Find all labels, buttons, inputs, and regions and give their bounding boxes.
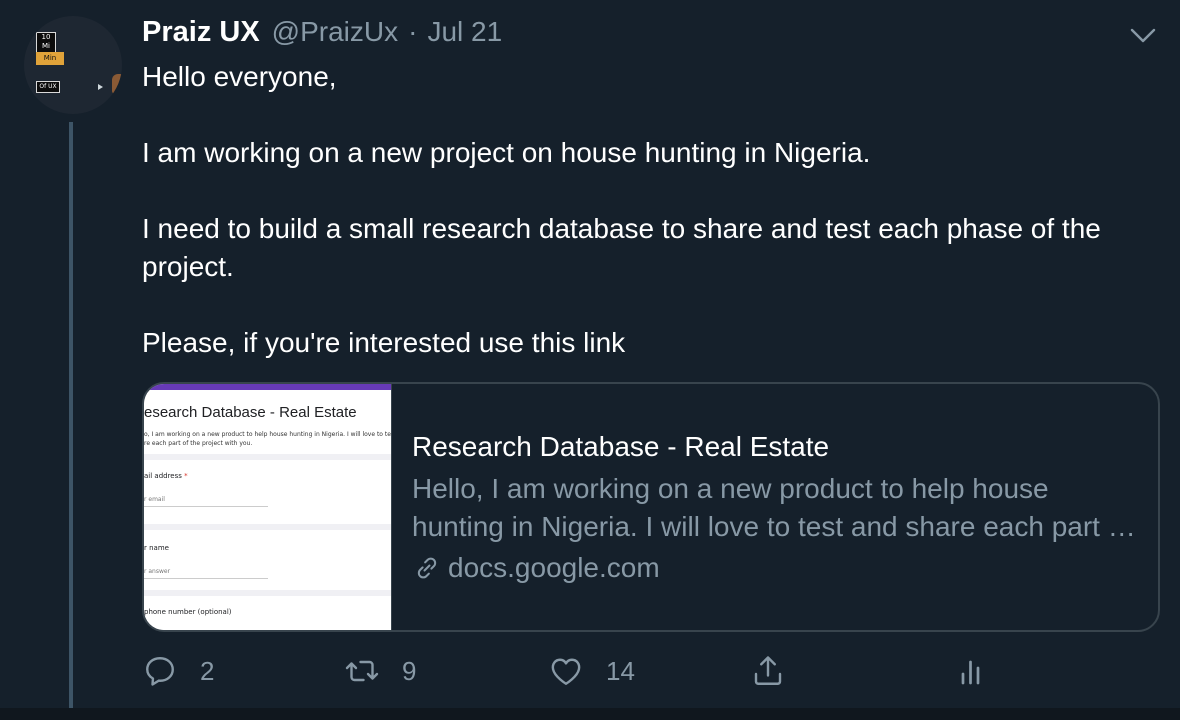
avatar[interactable]: 10 Mi Min Of UX <box>24 16 122 114</box>
required-marker: * <box>184 472 188 480</box>
card-info: Research Database - Real Estate Hello, I… <box>392 384 1158 630</box>
bottom-divider <box>0 708 1180 720</box>
retweet-count: 9 <box>402 655 417 686</box>
card-domain-text: docs.google.com <box>448 552 660 583</box>
reply-count: 2 <box>200 655 215 686</box>
tweet-paragraph: I am working on a new project on house h… <box>142 137 871 168</box>
like-icon <box>551 658 581 685</box>
avatar-logo-minutes: Min <box>36 52 64 65</box>
retweet-button[interactable]: 9 <box>344 650 416 692</box>
tweet-paragraph: Hello everyone, <box>142 61 337 92</box>
form-field-label: ail address <box>144 472 182 480</box>
form-field-panel: phone number (optional) <box>144 596 391 630</box>
link-icon <box>417 557 437 579</box>
form-field-placeholder: r email <box>144 496 165 503</box>
tweet-text: Hello everyone, I am working on a new pr… <box>142 58 1162 362</box>
card-thumbnail: esearch Database - Real Estate o, I am w… <box>144 384 392 630</box>
form-field-underline <box>144 506 268 507</box>
like-button[interactable]: 14 <box>548 650 635 692</box>
tweet-header: Praiz UX @PraizUx · Jul 21 <box>142 16 502 56</box>
reply-button[interactable]: 2 <box>142 650 214 692</box>
card-description: Hello, I am working on a new product to … <box>412 473 1132 542</box>
form-desc-line: re each part of the project with you. <box>144 440 253 447</box>
author-handle[interactable]: @PraizUx <box>272 16 398 48</box>
card-domain: docs.google.com <box>412 549 1142 587</box>
analytics-button[interactable] <box>954 650 990 692</box>
chevron-down-icon[interactable] <box>1128 24 1158 48</box>
tweet-paragraph: Please, if you're interested use this li… <box>142 327 626 358</box>
tweet-paragraph: I need to build a small research databas… <box>142 213 1101 282</box>
share-button[interactable] <box>750 650 786 692</box>
form-title: esearch Database - Real Estate <box>144 404 357 421</box>
form-header-panel: esearch Database - Real Estate o, I am w… <box>144 390 391 454</box>
avatar-logo-ofux: Of UX <box>36 81 60 93</box>
form-field-panel: r name r answer <box>144 530 391 590</box>
form-field-label: phone number (optional) <box>144 608 232 616</box>
form-desc-line: o, I am working on a new product to help… <box>144 431 392 438</box>
form-field-panel: ail address * r email <box>144 460 391 524</box>
reply-icon <box>146 657 174 686</box>
share-icon <box>754 656 782 685</box>
play-icon <box>98 84 103 90</box>
separator-dot: · <box>408 16 418 47</box>
form-field-underline <box>144 578 268 579</box>
tweet[interactable]: 10 Mi Min Of UX Praiz UX @PraizUx · Jul 2… <box>0 0 1180 720</box>
like-count: 14 <box>606 655 635 686</box>
analytics-icon <box>961 660 980 685</box>
thread-line <box>69 122 73 720</box>
author-name[interactable]: Praiz UX <box>142 16 260 49</box>
avatar-figure <box>112 74 122 94</box>
tweet-date[interactable]: Jul 21 <box>427 16 502 48</box>
card-title[interactable]: Research Database - Real Estate <box>412 428 1142 466</box>
form-field-placeholder: r answer <box>144 568 171 575</box>
retweet-icon <box>345 660 379 682</box>
link-preview-card[interactable]: esearch Database - Real Estate o, I am w… <box>142 382 1160 632</box>
form-field-label: r name <box>144 544 169 552</box>
